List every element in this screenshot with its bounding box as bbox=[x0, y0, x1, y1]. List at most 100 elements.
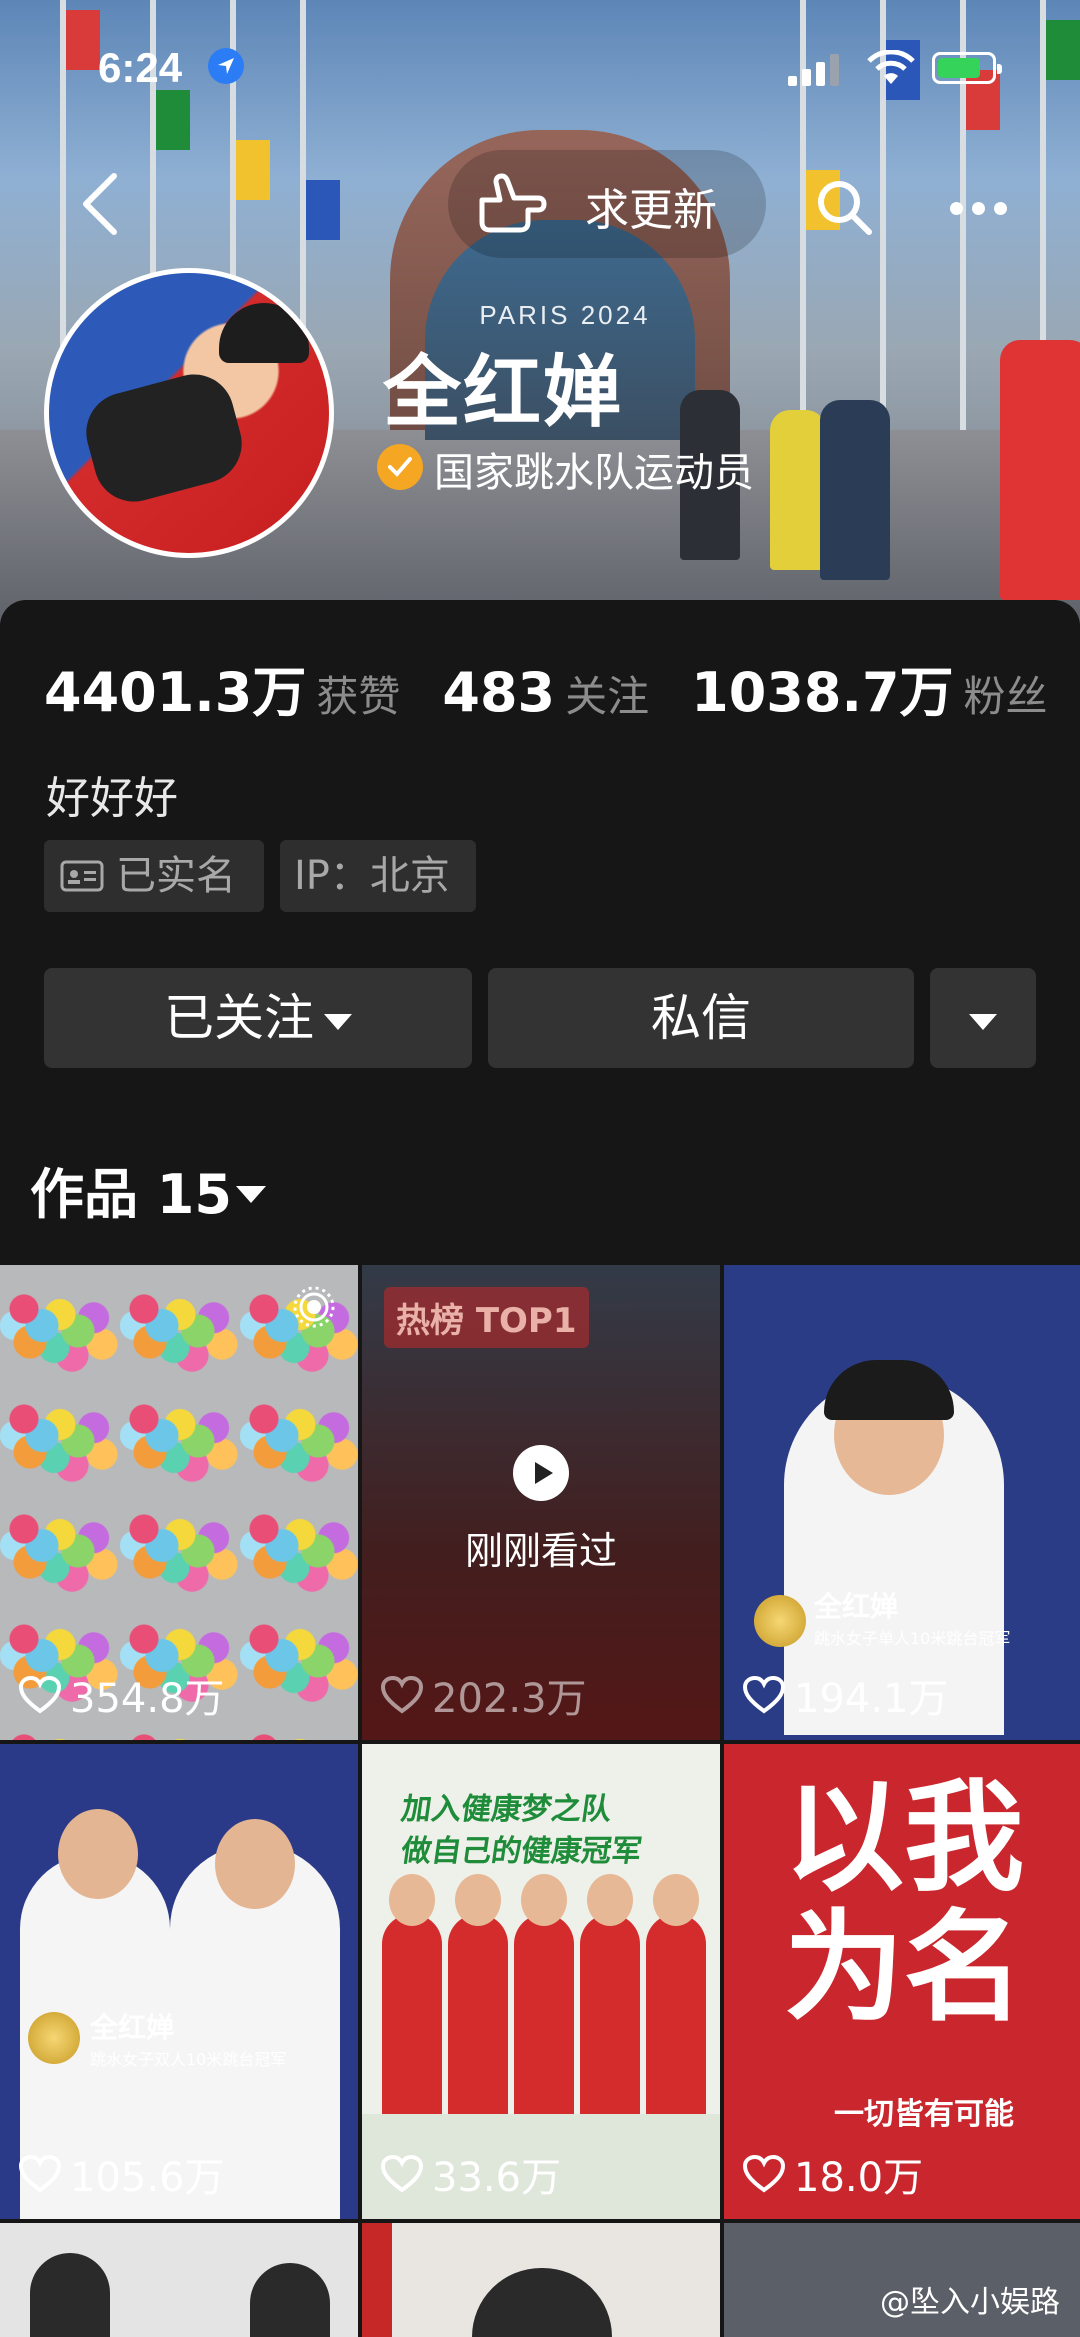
pointing-hand-icon bbox=[479, 173, 547, 233]
video-likes-count: 105.6万 bbox=[70, 2155, 225, 2201]
video-thumbnail bbox=[30, 2253, 110, 2337]
video-likes-count: 33.6万 bbox=[432, 2155, 562, 2201]
watermark: @坠入小娱路 bbox=[880, 2285, 1060, 2320]
avatar-equipment bbox=[77, 365, 251, 511]
realname-label: 已实名 bbox=[116, 853, 236, 899]
video-caption-name: 全红婵 bbox=[90, 2011, 175, 2044]
video-likes-count: 202.3万 bbox=[432, 1676, 587, 1722]
ip-location-tag: IP：北京 bbox=[280, 840, 476, 912]
profile-bio: 好好好 bbox=[46, 773, 178, 824]
hot-rank-badge: 热榜 TOP1 bbox=[384, 1287, 589, 1348]
video-slogan: 一切皆有可能 bbox=[834, 2097, 1014, 2132]
person bbox=[820, 400, 890, 580]
flag bbox=[1046, 20, 1080, 80]
video-headline: 加入健康梦之队 bbox=[399, 1792, 614, 1827]
heart-icon bbox=[18, 1675, 62, 1714]
works-tab[interactable]: 作品 15 bbox=[30, 1150, 266, 1229]
following-label[interactable]: 关注 bbox=[565, 672, 649, 721]
caret-down-icon bbox=[324, 1013, 352, 1030]
profile-name: 全红婵 bbox=[383, 348, 624, 438]
video-likes: 105.6万 bbox=[18, 2145, 225, 2203]
video-tile[interactable] bbox=[0, 2223, 358, 2337]
heart-icon bbox=[18, 2154, 62, 2193]
likes-count: 4401.3万 bbox=[44, 661, 307, 724]
athlete-face bbox=[653, 1874, 699, 1926]
request-update-label[interactable]: 求更新 bbox=[585, 174, 717, 238]
signal-icon bbox=[788, 54, 839, 86]
person bbox=[1000, 340, 1080, 600]
search-icon[interactable] bbox=[815, 178, 875, 238]
battery-icon bbox=[932, 52, 1002, 84]
athlete-body bbox=[514, 1914, 574, 2114]
wifi-icon bbox=[867, 50, 915, 84]
verified-check-icon bbox=[377, 444, 423, 490]
play-icon bbox=[513, 1445, 569, 1501]
video-likes-count: 354.8万 bbox=[70, 1676, 225, 1722]
flag bbox=[306, 180, 340, 240]
just-watched-label: 刚刚看过 bbox=[464, 1529, 617, 1573]
athlete-face bbox=[389, 1874, 435, 1926]
recommend-dropdown-button[interactable] bbox=[930, 968, 1036, 1068]
athlete-face bbox=[215, 1819, 295, 1909]
message-button[interactable]: 私信 bbox=[488, 968, 914, 1068]
following-button-label: 已关注 bbox=[164, 989, 314, 1047]
video-likes: 194.1万 bbox=[742, 1666, 949, 1724]
video-thumbnail bbox=[362, 2223, 392, 2337]
following-button[interactable]: 已关注 bbox=[44, 968, 472, 1068]
back-arrow-icon[interactable] bbox=[80, 172, 120, 236]
heart-icon bbox=[380, 1675, 424, 1714]
avatar[interactable] bbox=[44, 268, 334, 558]
athlete-face bbox=[455, 1874, 501, 1926]
video-tile[interactable]: 354.8万 bbox=[0, 1265, 358, 1740]
flag bbox=[236, 140, 270, 200]
video-tile[interactable]: 以我为名 一切皆有可能 18.0万 bbox=[724, 1744, 1080, 2219]
video-likes: 354.8万 bbox=[18, 1666, 225, 1724]
followers-label[interactable]: 粉丝 bbox=[964, 672, 1048, 721]
athlete-body bbox=[646, 1914, 706, 2114]
likes-label: 获赞 bbox=[316, 672, 401, 721]
video-big-text: 以我为名 bbox=[784, 1769, 1024, 2038]
video-tile[interactable]: 热榜 TOP1 刚刚看过 202.3万 bbox=[362, 1265, 720, 1740]
athlete-body bbox=[382, 1914, 442, 2114]
followers-count[interactable]: 1038.7万 bbox=[691, 661, 953, 724]
caret-down-icon bbox=[969, 1013, 997, 1030]
athlete-hair bbox=[824, 1360, 954, 1420]
status-time: 6:24 bbox=[98, 44, 183, 91]
person bbox=[770, 410, 826, 570]
works-tab-label: 作品 15 bbox=[30, 1163, 232, 1226]
video-likes-count: 194.1万 bbox=[794, 1676, 949, 1722]
location-arrow-icon bbox=[208, 48, 244, 84]
athlete-face bbox=[587, 1874, 633, 1926]
video-tile[interactable]: 全红婵 跳水女子单人10米跳台冠军 194.1万 bbox=[724, 1265, 1080, 1740]
flag bbox=[66, 10, 100, 70]
video-thumbnail bbox=[472, 2268, 612, 2337]
video-tile[interactable]: 加入健康梦之队 做自己的健康冠军 33.6万 bbox=[362, 1744, 720, 2219]
profile-stats: 4401.3万 获赞 483 关注 1038.7万 粉丝 bbox=[44, 648, 1080, 727]
video-likes: 202.3万 bbox=[380, 1666, 587, 1724]
gold-medal-icon bbox=[754, 1595, 806, 1647]
caret-down-icon bbox=[235, 1185, 266, 1203]
heart-icon bbox=[742, 2154, 786, 2193]
video-likes: 18.0万 bbox=[742, 2145, 923, 2203]
video-tile[interactable] bbox=[362, 2223, 720, 2337]
video-thumbnail bbox=[250, 2263, 330, 2337]
live-photo-icon bbox=[293, 1286, 335, 1328]
athlete-body bbox=[448, 1914, 508, 2114]
more-options-icon[interactable] bbox=[950, 200, 1016, 219]
athlete-face bbox=[521, 1874, 567, 1926]
message-button-label: 私信 bbox=[651, 989, 751, 1047]
video-tile[interactable]: 全红婵 跳水女子双人10米跳台冠军 105.6万 bbox=[0, 1744, 358, 2219]
video-caption-name: 全红婵 bbox=[814, 1590, 899, 1623]
video-caption-sub: 跳水女子单人10米跳台冠军 bbox=[814, 1629, 1011, 1648]
realname-tag: 已实名 bbox=[44, 840, 264, 912]
building-text: PARIS 2024 bbox=[479, 300, 651, 330]
athlete-body bbox=[580, 1914, 640, 2114]
video-likes: 33.6万 bbox=[380, 2145, 561, 2203]
flag bbox=[156, 90, 190, 150]
heart-icon bbox=[742, 1675, 786, 1714]
video-caption-sub: 跳水女子双人10米跳台冠军 bbox=[90, 2050, 287, 2069]
following-count[interactable]: 483 bbox=[442, 661, 555, 724]
id-card-icon bbox=[60, 860, 104, 892]
gold-medal-icon bbox=[28, 2012, 80, 2064]
verification-title: 国家跳水队运动员 bbox=[434, 450, 754, 496]
